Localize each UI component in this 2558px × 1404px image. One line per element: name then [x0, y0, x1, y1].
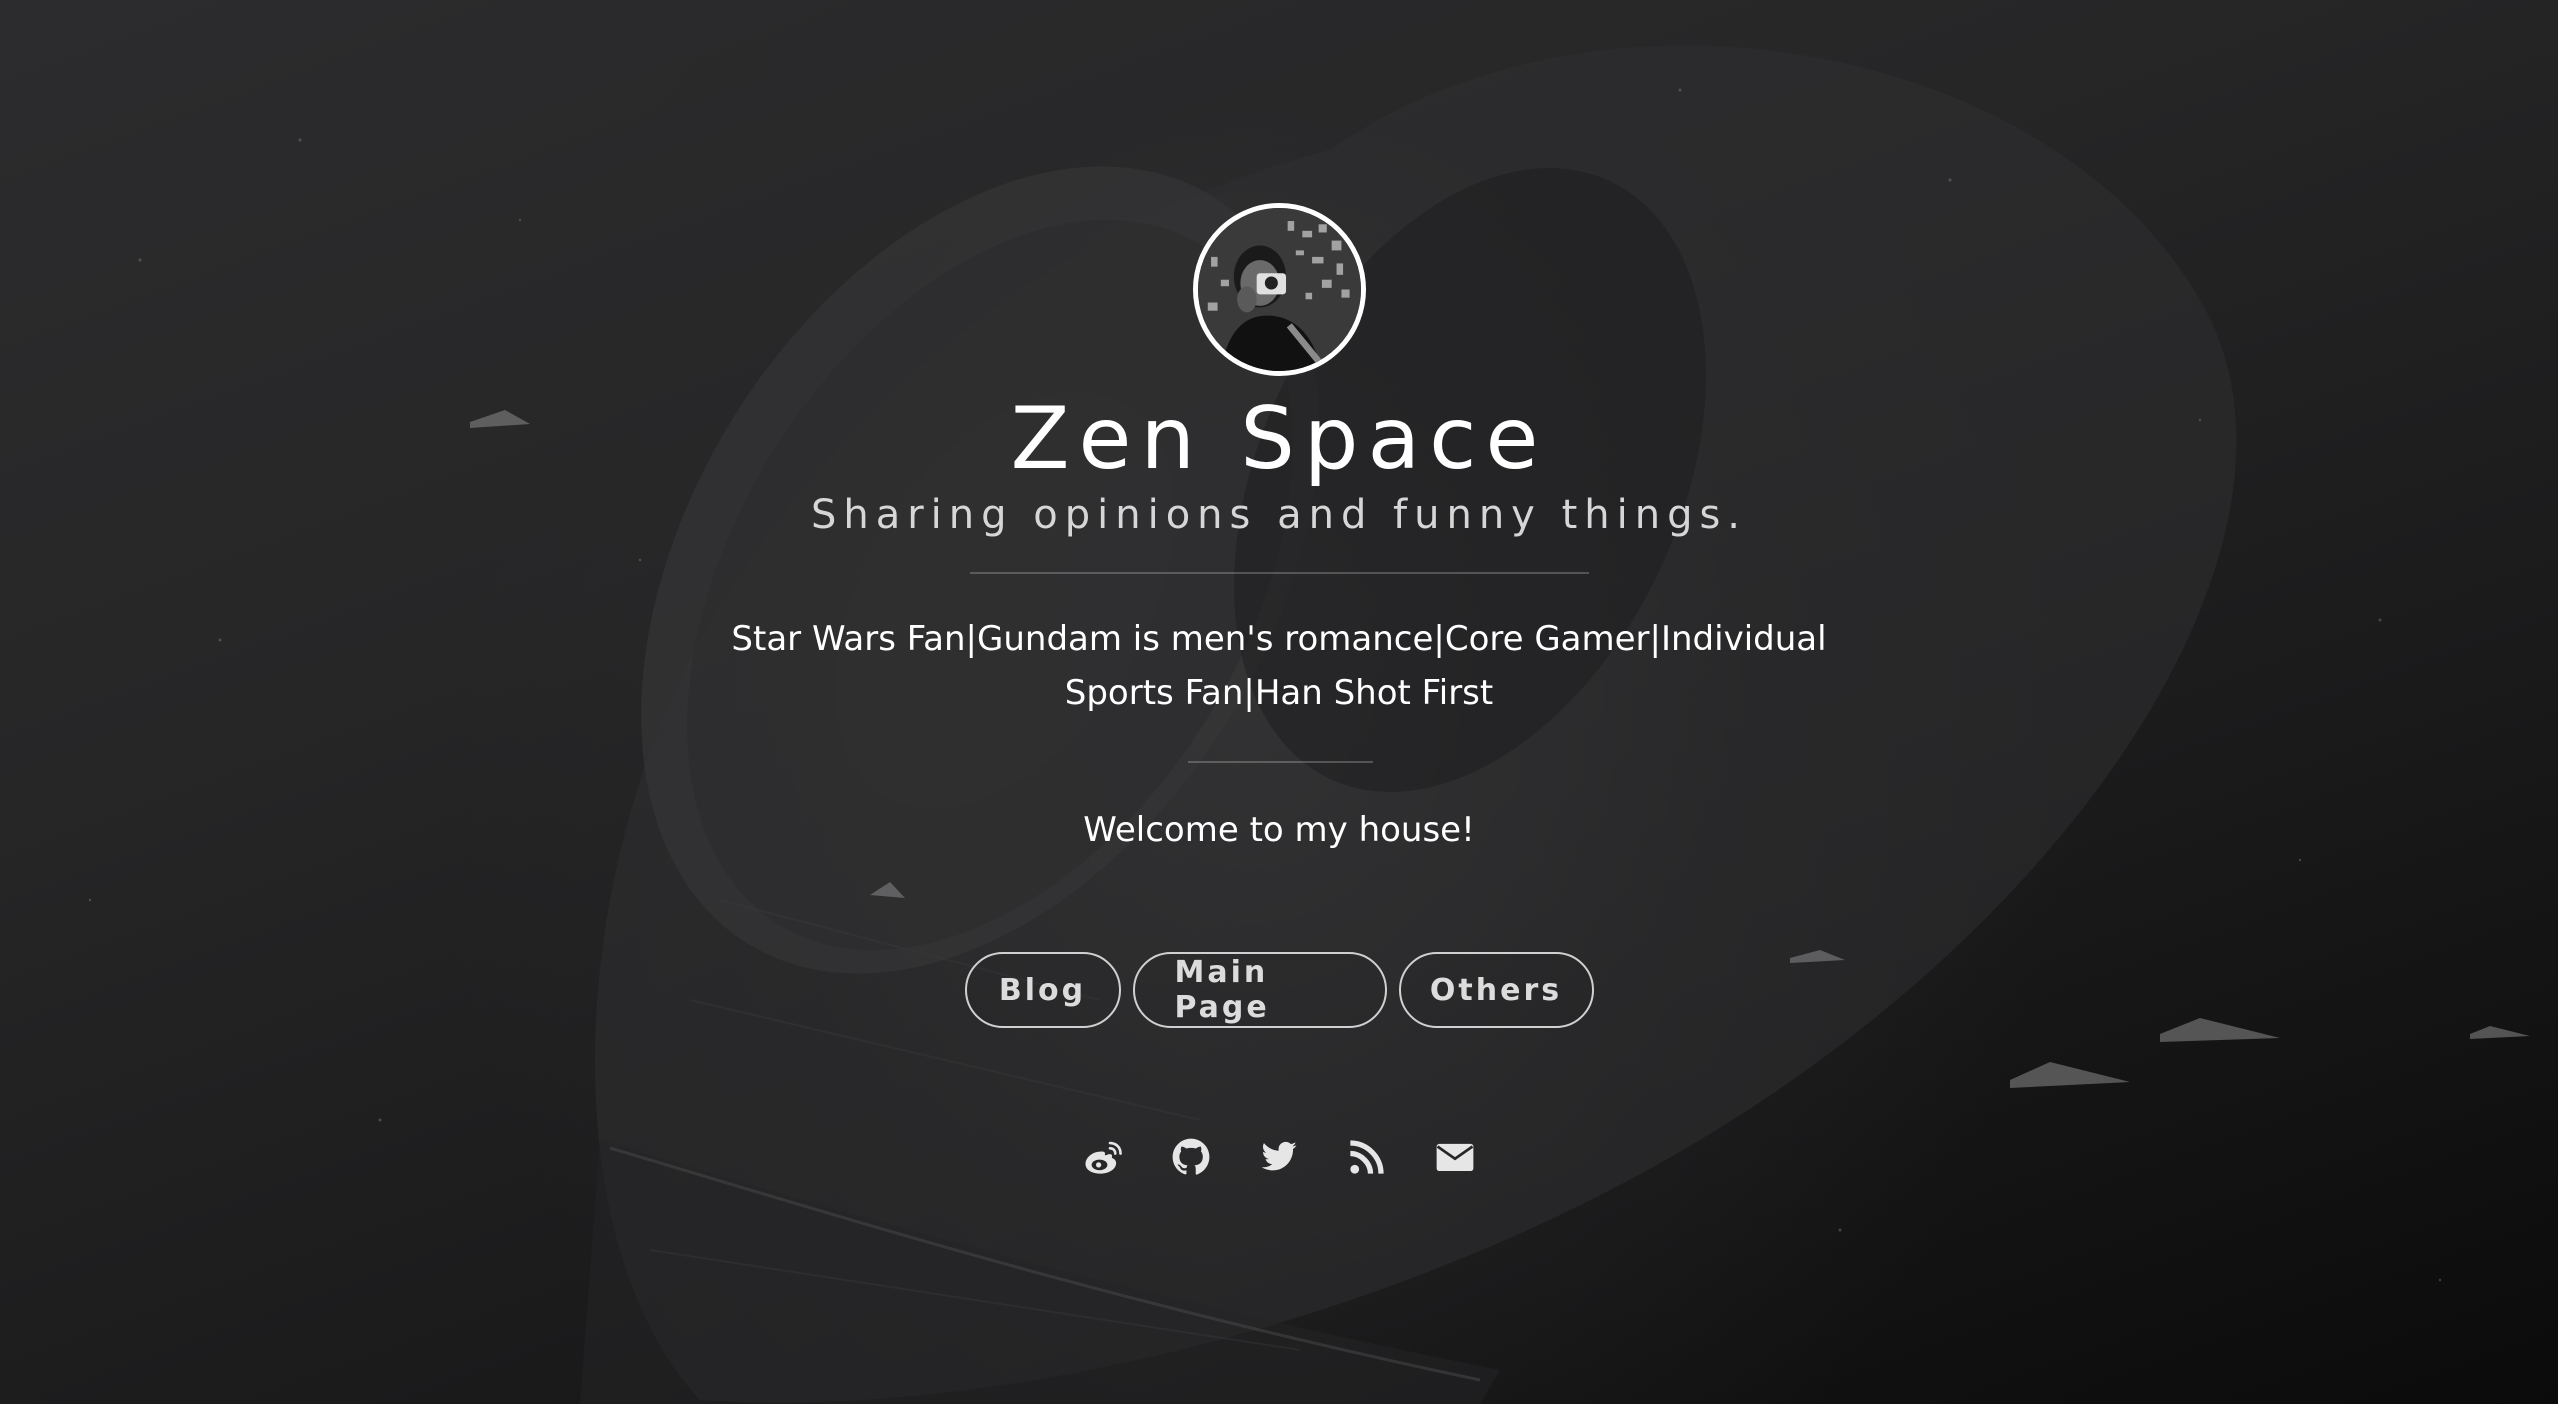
avatar-photo: [1198, 208, 1361, 371]
weibo-icon: [1085, 1141, 1122, 1174]
welcome-text: Welcome to my house!: [1083, 810, 1475, 850]
github-icon: [1172, 1138, 1210, 1175]
hero-content: Zen Space Sharing opinions and funny thi…: [0, 0, 2558, 1404]
page: Zen Space Sharing opinions and funny thi…: [0, 0, 2558, 1404]
bio-text: Star Wars Fan|Gundam is men's romance|Co…: [731, 619, 1827, 713]
site-subtitle: Sharing opinions and funny things.: [810, 492, 1748, 538]
rss-link[interactable]: [1346, 1136, 1388, 1178]
github-link[interactable]: [1170, 1136, 1212, 1178]
divider: [970, 572, 1589, 574]
twitter-link[interactable]: [1258, 1136, 1300, 1178]
envelope-icon: [1436, 1143, 1474, 1171]
others-button[interactable]: Others: [1398, 952, 1594, 1028]
site-title: Zen Space: [1010, 389, 1548, 489]
divider: [1188, 761, 1373, 763]
rss-icon: [1350, 1140, 1384, 1174]
social-links: [0, 1136, 2558, 1178]
nav-buttons: Blog Main Page Others: [0, 952, 2558, 1028]
twitter-icon: [1261, 1141, 1297, 1171]
email-link[interactable]: [1434, 1136, 1476, 1178]
main-page-button[interactable]: Main Page: [1132, 952, 1387, 1028]
weibo-link[interactable]: [1082, 1136, 1124, 1178]
avatar: [1193, 203, 1366, 376]
blog-button[interactable]: Blog: [964, 952, 1121, 1028]
